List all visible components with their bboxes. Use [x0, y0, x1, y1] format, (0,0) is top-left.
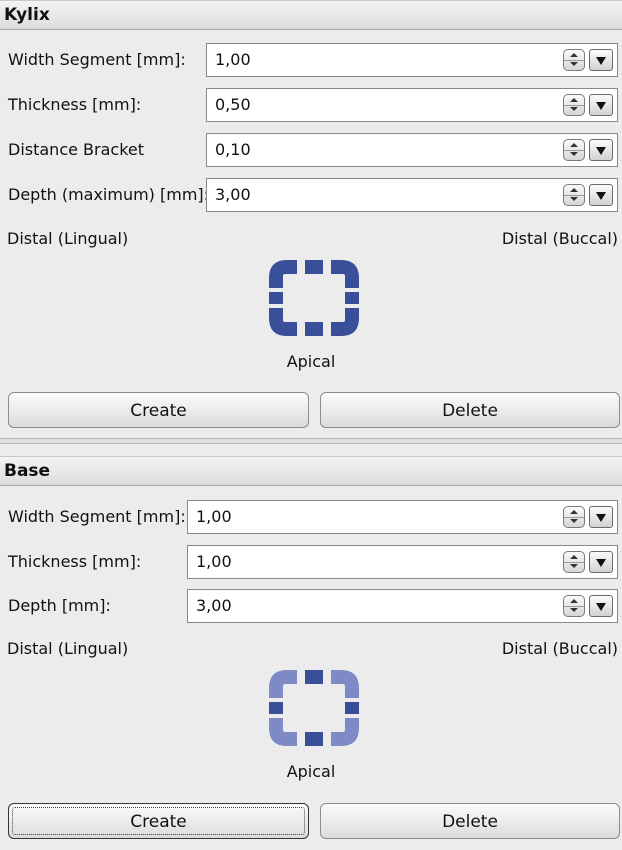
chevron-down-icon	[570, 62, 578, 66]
base-depth-label: Depth [mm]:	[8, 596, 111, 615]
kylix-delete-button[interactable]: Delete	[320, 392, 620, 428]
kylix-depth-spinner[interactable]	[563, 184, 585, 206]
spin-down-button[interactable]	[564, 562, 584, 572]
section-splitter[interactable]	[0, 438, 622, 444]
chevron-up-icon	[570, 188, 578, 192]
dropdown-arrow-icon	[596, 57, 606, 65]
chevron-up-icon	[570, 53, 578, 57]
dropdown-arrow-icon	[596, 603, 606, 611]
chevron-down-icon	[570, 152, 578, 156]
segment-bottom-right	[331, 718, 359, 746]
spin-down-button[interactable]	[564, 195, 584, 205]
segment-left-middle	[269, 702, 283, 714]
base-depth-field[interactable]: 3,00	[187, 589, 618, 623]
kylix-depth-label: Depth (maximum) [mm]:	[8, 185, 210, 204]
base-depth-value: 3,00	[196, 596, 232, 615]
base-section-title: Base	[4, 461, 51, 481]
base-width-segment-spinner[interactable]	[563, 506, 585, 528]
base-delete-button[interactable]: Delete	[320, 803, 620, 839]
kylix-thickness-field[interactable]: 0,50	[206, 88, 618, 122]
focus-indicator	[12, 807, 305, 835]
base-depth-spinner[interactable]	[563, 595, 585, 617]
chevron-down-icon	[570, 564, 578, 568]
dropdown-arrow-icon	[596, 147, 606, 155]
base-distal-buccal-label: Distal (Buccal)	[501, 639, 618, 658]
kylix-section-title: Kylix	[4, 5, 50, 25]
segment-left-middle	[269, 292, 283, 304]
spin-down-button[interactable]	[564, 150, 584, 160]
kylix-width-segment-spinner[interactable]	[563, 49, 585, 71]
segment-bottom-right	[331, 308, 359, 336]
kylix-depth-value: 3,00	[215, 185, 251, 204]
kylix-thickness-dropdown-button[interactable]	[589, 94, 613, 116]
spin-down-button[interactable]	[564, 105, 584, 115]
kylix-depth-field[interactable]: 3,00	[206, 178, 618, 212]
spin-down-button[interactable]	[564, 517, 584, 527]
segment-right-middle	[345, 702, 359, 714]
chevron-down-icon	[570, 608, 578, 612]
kylix-thickness-label: Thickness [mm]:	[8, 95, 142, 114]
dropdown-arrow-icon	[596, 514, 606, 522]
segment-top-middle	[305, 670, 323, 684]
base-thickness-spinner[interactable]	[563, 551, 585, 573]
chevron-up-icon	[570, 143, 578, 147]
base-create-button[interactable]: Create	[8, 803, 309, 839]
base-thickness-dropdown-button[interactable]	[589, 551, 613, 573]
base-thickness-value: 1,00	[196, 552, 232, 571]
base-thickness-field[interactable]: 1,00	[187, 545, 618, 579]
segment-right-middle	[345, 292, 359, 304]
base-segment-selector-icon[interactable]	[267, 668, 361, 748]
base-thickness-label: Thickness [mm]:	[8, 552, 142, 571]
kylix-distance-bracket-value: 0,10	[215, 140, 251, 159]
chevron-down-icon	[570, 519, 578, 523]
dropdown-arrow-icon	[596, 559, 606, 567]
segment-top-right	[331, 260, 359, 288]
chevron-up-icon	[570, 555, 578, 559]
kylix-distal-buccal-label: Distal (Buccal)	[501, 229, 618, 248]
kylix-distance-bracket-field[interactable]: 0,10	[206, 133, 618, 167]
kylix-thickness-value: 0,50	[215, 95, 251, 114]
spin-down-button[interactable]	[564, 60, 584, 70]
kylix-width-segment-field[interactable]: 1,00	[206, 43, 618, 77]
kylix-distance-bracket-dropdown-button[interactable]	[589, 139, 613, 161]
kylix-thickness-spinner[interactable]	[563, 94, 585, 116]
kylix-distal-lingual-label: Distal (Lingual)	[7, 229, 129, 248]
kylix-width-segment-label: Width Segment [mm]:	[8, 50, 186, 69]
segment-bottom-left	[269, 308, 297, 336]
kylix-distance-bracket-spinner[interactable]	[563, 139, 585, 161]
segment-top-left	[269, 670, 297, 698]
base-apical-label: Apical	[286, 762, 336, 781]
segment-bottom-left	[269, 718, 297, 746]
segment-top-right	[331, 670, 359, 698]
chevron-down-icon	[570, 107, 578, 111]
dropdown-arrow-icon	[596, 192, 606, 200]
base-width-segment-value: 1,00	[196, 507, 232, 526]
kylix-section-header: Kylix	[0, 0, 622, 30]
spin-down-button[interactable]	[564, 606, 584, 616]
segment-bottom-middle	[305, 732, 323, 746]
chevron-up-icon	[570, 98, 578, 102]
base-depth-dropdown-button[interactable]	[589, 595, 613, 617]
base-width-segment-dropdown-button[interactable]	[589, 506, 613, 528]
kylix-depth-dropdown-button[interactable]	[589, 184, 613, 206]
kylix-create-button[interactable]: Create	[8, 392, 309, 428]
chevron-up-icon	[570, 599, 578, 603]
chevron-up-icon	[570, 510, 578, 514]
kylix-distance-bracket-label: Distance Bracket	[8, 140, 145, 159]
kylix-width-segment-dropdown-button[interactable]	[589, 49, 613, 71]
segment-top-middle	[305, 260, 323, 274]
segment-bottom-middle	[305, 322, 323, 336]
base-distal-lingual-label: Distal (Lingual)	[7, 639, 129, 658]
base-width-segment-label: Width Segment [mm]:	[8, 507, 186, 526]
segment-top-left	[269, 260, 297, 288]
kylix-width-segment-value: 1,00	[215, 50, 251, 69]
base-section-header: Base	[0, 456, 622, 486]
dropdown-arrow-icon	[596, 102, 606, 110]
base-width-segment-field[interactable]: 1,00	[187, 500, 618, 534]
kylix-segment-selector-icon[interactable]	[267, 258, 361, 338]
kylix-apical-label: Apical	[286, 352, 336, 371]
chevron-down-icon	[570, 197, 578, 201]
